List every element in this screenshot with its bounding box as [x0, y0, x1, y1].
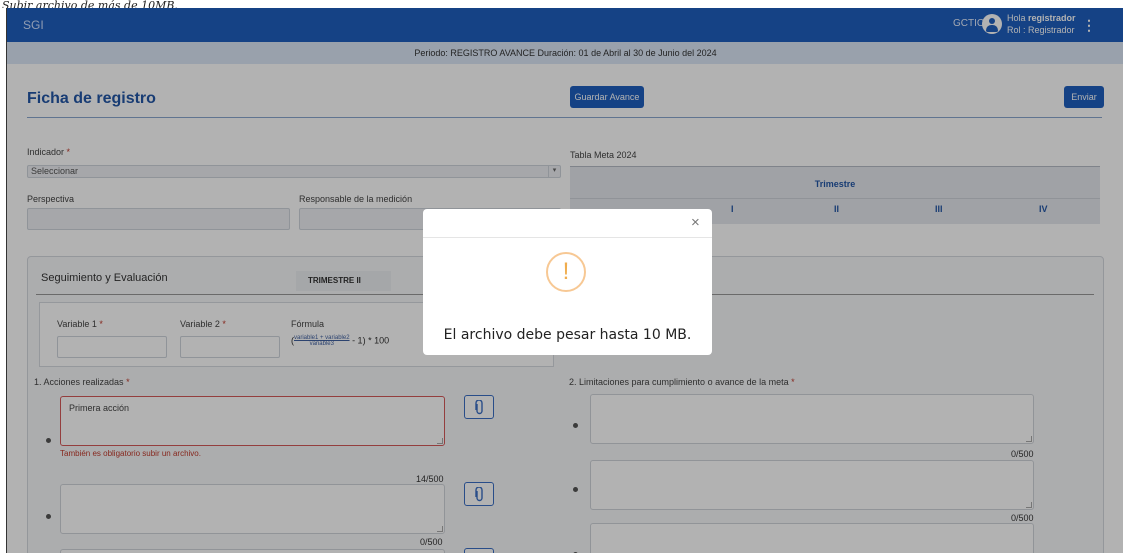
close-icon[interactable]: ×	[691, 215, 703, 230]
warning-icon: !	[546, 252, 586, 292]
page-caption: Subir archivo de más de 10MB.	[2, 0, 178, 8]
app-window: SGI GCTIC Hola registrador Rol : Registr…	[6, 8, 1123, 553]
alert-dialog: × ! El archivo debe pesar hasta 10 MB.	[423, 209, 712, 355]
alert-message: El archivo debe pesar hasta 10 MB.	[443, 327, 692, 343]
